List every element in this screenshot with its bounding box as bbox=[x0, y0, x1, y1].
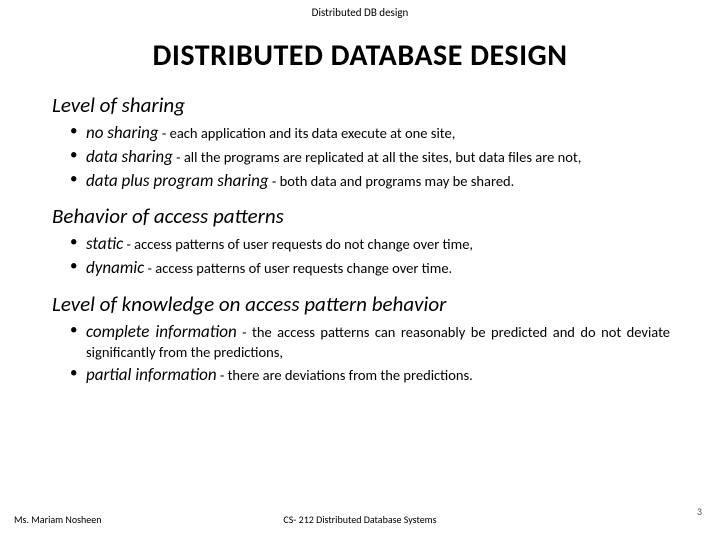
desc: - both data and programs may be shared. bbox=[269, 172, 515, 190]
term: static bbox=[86, 233, 123, 254]
term: dynamic bbox=[86, 257, 144, 278]
term: partial information bbox=[86, 364, 217, 385]
bullet-list-3: complete information - the access patter… bbox=[52, 321, 670, 386]
term: no sharing bbox=[86, 122, 159, 143]
section-heading-3: Level of knowledge on access pattern beh… bbox=[52, 291, 670, 317]
desc: - all the programs are replicated at all… bbox=[173, 148, 581, 166]
term: complete information bbox=[86, 321, 237, 342]
list-item: dynamic - access patterns of user reques… bbox=[86, 257, 670, 279]
header-small: Distributed DB design bbox=[0, 0, 720, 21]
list-item: complete information - the access patter… bbox=[86, 321, 670, 363]
footer-author: Ms. Mariam Nosheen bbox=[14, 513, 102, 526]
footer-course: CS- 212 Distributed Database Systems bbox=[283, 513, 436, 526]
term: data plus program sharing bbox=[86, 170, 269, 191]
list-item: static - access patterns of user request… bbox=[86, 233, 670, 255]
term: data sharing bbox=[86, 146, 173, 167]
list-item: data sharing - all the programs are repl… bbox=[86, 146, 670, 168]
section-heading-1: Level of sharing bbox=[52, 92, 670, 118]
section-heading-2: Behavior of access patterns bbox=[52, 203, 670, 229]
list-item: partial information - there are deviatio… bbox=[86, 364, 670, 386]
desc: - there are deviations from the predicti… bbox=[217, 366, 473, 384]
content-area: Level of sharing no sharing - each appli… bbox=[0, 92, 720, 386]
desc: - access patterns of user requests chang… bbox=[144, 259, 452, 277]
list-item: data plus program sharing - both data an… bbox=[86, 170, 670, 192]
bullet-list-1: no sharing - each application and its da… bbox=[52, 122, 670, 191]
list-item: no sharing - each application and its da… bbox=[86, 122, 670, 144]
desc: - each application and its data execute … bbox=[159, 124, 456, 142]
bullet-list-2: static - access patterns of user request… bbox=[52, 233, 670, 279]
desc: - access patterns of user requests do no… bbox=[123, 235, 473, 253]
footer-page-number: 3 bbox=[697, 505, 702, 518]
slide-title: DISTRIBUTED DATABASE DESIGN bbox=[0, 21, 720, 88]
